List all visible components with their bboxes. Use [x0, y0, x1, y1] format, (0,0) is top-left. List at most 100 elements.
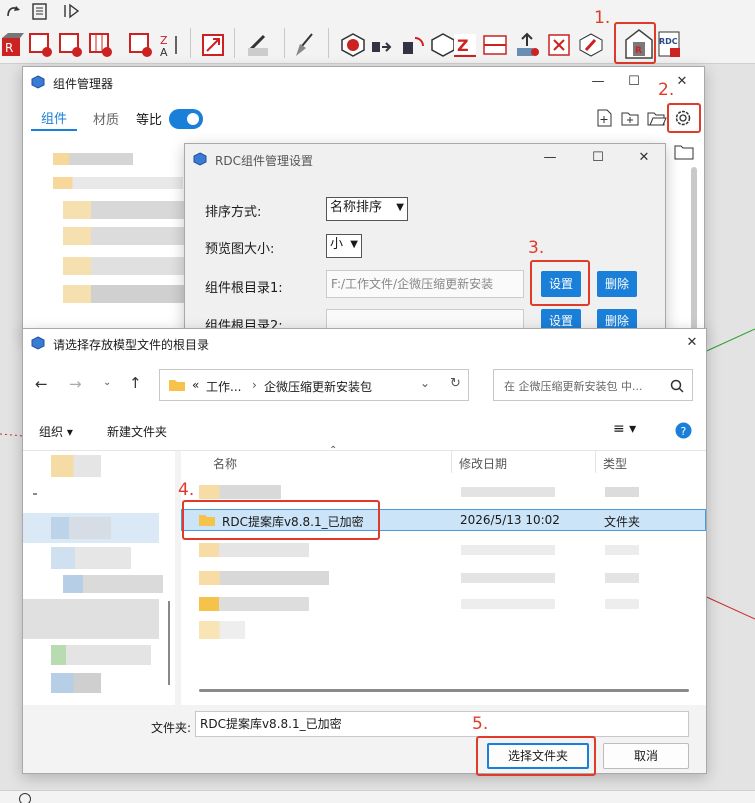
command-bar: 组织 ▾ 新建文件夹 ≡ ▾ ?	[23, 411, 706, 451]
swap-icon[interactable]	[400, 32, 426, 58]
delete-box-icon[interactable]	[546, 32, 572, 58]
blurred-row	[199, 485, 281, 499]
organize-menu[interactable]: 组织 ▾	[39, 423, 73, 440]
address-dropdown-icon[interactable]: ⌄	[420, 376, 430, 390]
blurred-item	[53, 153, 133, 165]
scrollbar[interactable]	[691, 167, 697, 335]
minimize-button[interactable]: —	[537, 147, 563, 169]
navigation-pane[interactable]	[23, 451, 175, 705]
component-manager-title: 组件管理器	[53, 77, 114, 91]
annotation-box-3	[530, 260, 590, 306]
new-folder-icon[interactable]	[621, 109, 639, 127]
horizontal-scrollbar[interactable]	[199, 689, 689, 692]
layout-face-icon[interactable]	[128, 32, 154, 58]
lift-icon[interactable]	[514, 32, 540, 58]
component-manager-titlebar: 组件管理器 — ☐ ✕	[23, 67, 704, 97]
push-icon[interactable]	[370, 32, 396, 58]
nav-scrollbar[interactable]	[168, 601, 170, 685]
folder-icon[interactable]	[674, 143, 694, 161]
maximize-button[interactable]: ☐	[621, 71, 647, 93]
breadcrumb-work[interactable]: 工作...	[206, 378, 241, 395]
close-button[interactable]: ✕	[679, 332, 705, 354]
folder-icon	[169, 380, 185, 391]
blurred-row	[199, 621, 245, 639]
annotation-box-2	[667, 103, 701, 133]
rdc-lock-icon[interactable]: RDC	[656, 30, 686, 60]
column-name[interactable]: 名称	[213, 455, 237, 472]
search-box[interactable]: 在 企微压缩更新安装包 中...	[493, 369, 693, 401]
blurred-item	[63, 201, 203, 219]
annotation-box-4	[182, 500, 380, 540]
paint-brush-icon[interactable]	[246, 32, 272, 58]
annotation-box-5	[476, 736, 596, 776]
tab-materials[interactable]: 材质	[93, 109, 119, 128]
refresh-icon[interactable]: ↻	[450, 376, 461, 391]
help-icon[interactable]: ?	[675, 422, 692, 439]
blurred-item	[63, 285, 203, 303]
new-file-icon[interactable]	[595, 109, 613, 127]
close-button[interactable]: ✕	[631, 147, 657, 169]
forward-arrow-icon[interactable]: →	[69, 375, 82, 393]
search-icon	[670, 379, 684, 393]
layout-ref-icon[interactable]	[58, 32, 84, 58]
select-tool-icon[interactable]	[4, 2, 24, 20]
info-icon	[19, 793, 31, 803]
folder-picker-title: 请选择存放模型文件的根目录	[53, 338, 210, 352]
annotation-2: 2.	[658, 80, 675, 100]
tab-components[interactable]: 组件	[31, 99, 77, 131]
broom-icon[interactable]	[292, 32, 318, 58]
up-arrow-icon[interactable]: ↑	[129, 374, 142, 392]
wrench-icon[interactable]	[578, 32, 604, 58]
resize-icon[interactable]	[200, 32, 226, 58]
blurred-row	[199, 597, 309, 611]
bottom-bar: 文件夹: RDC提案库v8.8.1_已加密 选择文件夹 取消	[23, 705, 706, 773]
sort-up-icon: ⌃	[329, 445, 338, 456]
z-icon[interactable]: Z	[452, 32, 478, 58]
root-dir-1-label: 组件根目录1:	[205, 281, 283, 296]
split-icon[interactable]	[482, 32, 508, 58]
svg-text:Z: Z	[457, 36, 469, 55]
app-cube-icon	[193, 152, 207, 166]
folder-picker-dialog: 请选择存放模型文件的根目录 ✕ ← → ⌄ ↑ « 工作... › 企微压缩更新…	[22, 328, 707, 774]
row-date: 2026/5/13 10:02	[460, 513, 560, 527]
annotation-4: 4.	[178, 480, 195, 500]
proportional-label: 等比	[136, 113, 163, 128]
layout-cloth-icon[interactable]	[28, 32, 54, 58]
svg-text:R: R	[5, 41, 13, 55]
annotation-5: 5.	[472, 714, 489, 734]
root-dir-1-delete-button[interactable]: 删除	[597, 271, 637, 297]
proportional-toggle[interactable]	[169, 109, 203, 129]
svg-text:RDC: RDC	[659, 37, 678, 46]
preview-size-select[interactable]: 小 ▼	[326, 234, 362, 258]
address-bar[interactable]: « 工作... › 企微压缩更新安装包 ⌄ ↻	[159, 369, 469, 401]
move-panel-icon[interactable]	[62, 2, 84, 20]
sort-za-icon[interactable]: ZA	[158, 32, 184, 58]
maximize-button[interactable]: ☐	[585, 147, 611, 169]
annotation-box-1	[614, 22, 656, 64]
minimize-button[interactable]: —	[585, 71, 611, 93]
root-dir-1-input[interactable]: F:/工作文件/企微压缩更新安装	[326, 270, 524, 298]
back-arrow-icon[interactable]: ←	[35, 375, 48, 393]
shape-one-icon[interactable]	[340, 32, 366, 58]
nav-selected-item[interactable]	[23, 599, 159, 639]
column-type[interactable]: 类型	[603, 455, 627, 472]
r-box-icon[interactable]: R	[0, 32, 26, 58]
new-folder-button[interactable]: 新建文件夹	[107, 423, 167, 440]
annotation-1: 1.	[594, 8, 611, 28]
folder-name-input[interactable]: RDC提案库v8.8.1_已加密	[195, 711, 689, 737]
cancel-button[interactable]: 取消	[603, 743, 689, 769]
document-icon[interactable]	[30, 2, 50, 20]
nav-bar: ← → ⌄ ↑ « 工作... › 企微压缩更新安装包 ⌄ ↻ 在 企微压缩更新…	[23, 357, 706, 411]
row-type: 文件夹	[604, 515, 641, 529]
file-list[interactable]: ⌃ 名称 修改日期 类型 RDC提案库v8.8.1_已加密 2026/5/13 …	[181, 445, 706, 705]
blurred-item	[63, 257, 203, 275]
folder-picker-titlebar: 请选择存放模型文件的根目录 ✕	[23, 329, 706, 357]
sort-select[interactable]: 名称排序 ▼	[326, 197, 408, 221]
recent-chevron-icon[interactable]: ⌄	[103, 377, 111, 388]
column-date[interactable]: 修改日期	[459, 455, 507, 472]
breadcrumb-current[interactable]: 企微压缩更新安装包	[264, 378, 372, 395]
open-folder-icon[interactable]	[647, 109, 667, 127]
view-menu-icon[interactable]: ≡ ▾	[613, 421, 636, 437]
svg-text:?: ?	[681, 425, 687, 438]
layout-equal-icon[interactable]	[88, 32, 114, 58]
